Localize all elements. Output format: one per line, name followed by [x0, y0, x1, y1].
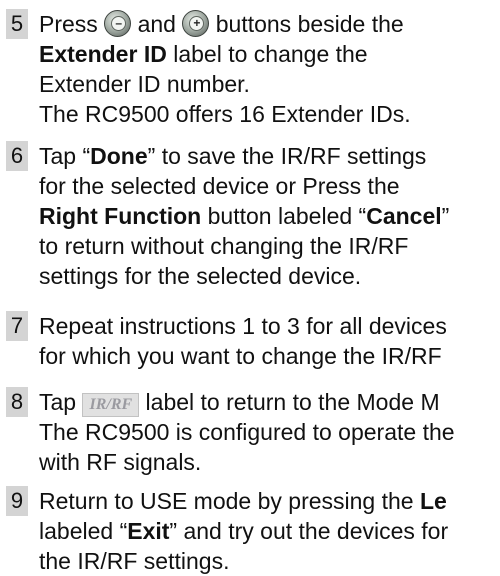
step-number: 9 — [6, 486, 28, 516]
manual-page: 5 Press – and + buttons beside the Exten… — [0, 0, 500, 576]
step-text: Tap “Done” to save the IR/RF settings fo… — [39, 143, 450, 289]
step-number: 7 — [6, 311, 28, 341]
step-number: 6 — [6, 141, 28, 171]
step-text: Return to USE mode by pressing the Le la… — [39, 488, 449, 574]
step-text: Press – and + buttons beside the Extende… — [39, 10, 411, 127]
step-number: 8 — [6, 387, 28, 417]
ir-rf-label-icon: IR/RF — [82, 393, 140, 417]
step-text: Repeat instructions 1 to 3 for all devic… — [39, 313, 447, 369]
step-text: Tap IR/RF label to return to the Mode M … — [39, 389, 455, 475]
minus-circle-icon: – — [104, 10, 132, 37]
step-number: 5 — [6, 9, 28, 39]
plus-circle-icon: + — [182, 10, 210, 37]
